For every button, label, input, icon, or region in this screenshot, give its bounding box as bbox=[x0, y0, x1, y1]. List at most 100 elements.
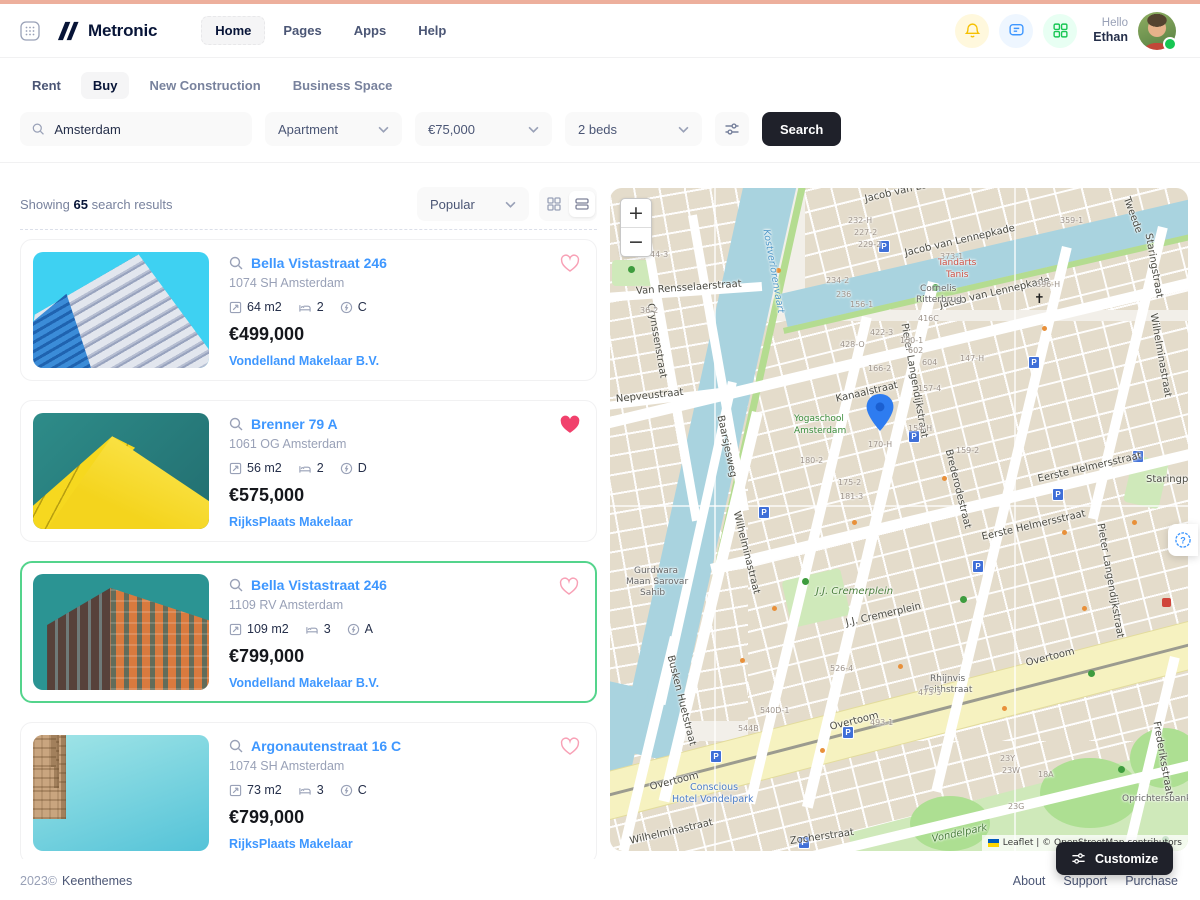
map-housenumber: 159-2 bbox=[956, 446, 979, 455]
property-card[interactable]: Bella Vistastraat 246 1074 SH Amsterdam … bbox=[20, 239, 597, 381]
filter-select-0[interactable]: Apartment bbox=[265, 112, 402, 146]
apps-button[interactable] bbox=[1043, 14, 1077, 48]
property-title-link[interactable]: Bella Vistastraat 246 bbox=[251, 577, 387, 593]
map-label: Staringplein bbox=[1146, 474, 1188, 485]
parking-icon: P bbox=[972, 560, 984, 573]
property-card[interactable]: Argonautenstraat 16 C 1074 SH Amsterdam … bbox=[20, 722, 597, 859]
customize-button[interactable]: Customize bbox=[1056, 842, 1173, 875]
tab-business-space[interactable]: Business Space bbox=[281, 72, 405, 99]
help-drawer-button[interactable]: ? bbox=[1168, 524, 1198, 556]
filter-select-1[interactable]: €75,000 bbox=[415, 112, 552, 146]
online-status-dot bbox=[1163, 37, 1177, 51]
favorite-button[interactable] bbox=[560, 737, 580, 761]
map-label: Tanis bbox=[946, 270, 968, 280]
poi-dot-icon bbox=[1132, 520, 1137, 525]
tab-buy[interactable]: Buy bbox=[81, 72, 130, 99]
property-title-link[interactable]: Bella Vistastraat 246 bbox=[251, 255, 387, 271]
messages-button[interactable] bbox=[999, 14, 1033, 48]
map-housenumber: 23Y bbox=[1000, 754, 1015, 763]
property-price: €499,000 bbox=[229, 324, 387, 345]
property-price: €799,000 bbox=[229, 646, 387, 667]
map-housenumber: 428-O bbox=[840, 340, 865, 349]
tree-icon bbox=[1118, 766, 1125, 773]
parking-icon: P bbox=[1028, 356, 1040, 369]
property-price: €575,000 bbox=[229, 485, 367, 506]
map-housenumber: 150-1 bbox=[900, 336, 923, 345]
property-address: 1061 OG Amsterdam bbox=[229, 437, 367, 451]
filter-select-2[interactable]: 2 beds bbox=[565, 112, 702, 146]
area-icon bbox=[229, 623, 242, 636]
bell-icon bbox=[964, 22, 981, 39]
nav-item-apps[interactable]: Apps bbox=[340, 16, 401, 45]
sort-select[interactable]: Popular bbox=[417, 187, 529, 221]
map-location-pin[interactable] bbox=[865, 394, 895, 437]
poi-dot-icon bbox=[772, 606, 777, 611]
search-icon bbox=[229, 739, 243, 753]
search-button[interactable]: Search bbox=[762, 112, 841, 146]
property-agent-link[interactable]: RijksPlaats Makelaar bbox=[229, 515, 367, 529]
map-label: Conscious bbox=[690, 782, 738, 793]
results-panel: Showing 65 search results Popular bbox=[20, 187, 597, 859]
app-header: Metronic HomePagesAppsHelp Hello Ethan bbox=[0, 4, 1200, 58]
energy-icon bbox=[340, 301, 353, 314]
map-label: Oprichtersbank bbox=[1122, 794, 1188, 804]
map-label: Gurdwara bbox=[634, 566, 678, 576]
tree-icon bbox=[628, 266, 635, 273]
nav-item-help[interactable]: Help bbox=[404, 16, 460, 45]
map-label: Amsterdam bbox=[794, 426, 846, 436]
energy-icon bbox=[347, 623, 360, 636]
poi-dot-icon bbox=[898, 664, 903, 669]
zoom-in-button[interactable]: + bbox=[621, 199, 651, 228]
favorite-button[interactable] bbox=[559, 577, 579, 601]
favorite-button[interactable] bbox=[560, 254, 580, 278]
user-avatar[interactable] bbox=[1138, 12, 1176, 50]
map-housenumber: 540D-1 bbox=[760, 706, 789, 715]
map-housenumber: 236 bbox=[836, 290, 851, 299]
property-features: 73 m2 3 C bbox=[229, 783, 401, 797]
energy-icon bbox=[340, 784, 353, 797]
map-housenumber: 373-1 bbox=[940, 252, 963, 261]
nav-item-home[interactable]: Home bbox=[201, 16, 265, 45]
property-agent-link[interactable]: Vondelland Makelaar B.V. bbox=[229, 676, 387, 690]
property-card[interactable]: Brenner 79 A 1061 OG Amsterdam 56 m2 2 bbox=[20, 400, 597, 542]
footer-link-purchase[interactable]: Purchase bbox=[1125, 874, 1178, 888]
property-agent-link[interactable]: RijksPlaats Makelaar bbox=[229, 837, 401, 851]
feature-area: 64 m2 bbox=[229, 300, 282, 314]
property-title-link[interactable]: Brenner 79 A bbox=[251, 416, 338, 432]
user-greeting: Hello Ethan bbox=[1093, 16, 1128, 46]
property-agent-link[interactable]: Vondelland Makelaar B.V. bbox=[229, 354, 387, 368]
sliders-icon bbox=[1071, 851, 1086, 866]
property-title-link[interactable]: Argonautenstraat 16 C bbox=[251, 738, 401, 754]
tab-rent[interactable]: Rent bbox=[20, 72, 73, 99]
zoom-out-button[interactable]: − bbox=[621, 228, 651, 256]
notifications-button[interactable] bbox=[955, 14, 989, 48]
nav-item-pages[interactable]: Pages bbox=[269, 16, 335, 45]
map-housenumber: 181-3 bbox=[840, 492, 863, 501]
tree-icon bbox=[960, 596, 967, 603]
brand-logo[interactable]: Metronic bbox=[56, 20, 157, 42]
copyright-brand[interactable]: Keenthemes bbox=[62, 874, 132, 888]
map-housenumber: 44-3 bbox=[650, 250, 668, 259]
search-icon bbox=[229, 256, 243, 270]
footer-link-about[interactable]: About bbox=[1013, 874, 1046, 888]
tab-new-construction[interactable]: New Construction bbox=[137, 72, 272, 99]
map-label: Yogaschool bbox=[794, 414, 844, 424]
list-view-button[interactable] bbox=[569, 191, 595, 217]
poi-dot-icon bbox=[1042, 326, 1047, 331]
filter-settings-button[interactable] bbox=[715, 112, 749, 146]
property-card[interactable]: Bella Vistastraat 246 1109 RV Amsterdam … bbox=[20, 561, 597, 703]
favorite-button[interactable] bbox=[560, 415, 580, 439]
map-zoom-control: + − bbox=[620, 198, 652, 257]
feature-bedrooms: 2 bbox=[298, 461, 324, 475]
grid-view-button[interactable] bbox=[541, 191, 567, 217]
map-panel[interactable]: Jacob van LennepkadeJacob van Lennepkade… bbox=[610, 188, 1188, 851]
location-search-field[interactable] bbox=[20, 112, 252, 146]
footer-link-support[interactable]: Support bbox=[1063, 874, 1107, 888]
search-input[interactable] bbox=[52, 121, 240, 138]
bed-icon bbox=[298, 462, 312, 475]
map-housenumber: 18A bbox=[1038, 770, 1054, 779]
app-launcher-icon[interactable] bbox=[16, 17, 44, 45]
map-label: Maan Sarovar bbox=[626, 577, 688, 587]
listing-type-tabs: Rent Buy New Construction Business Space bbox=[20, 72, 1180, 99]
map-housenumber: 154-H bbox=[908, 424, 932, 433]
